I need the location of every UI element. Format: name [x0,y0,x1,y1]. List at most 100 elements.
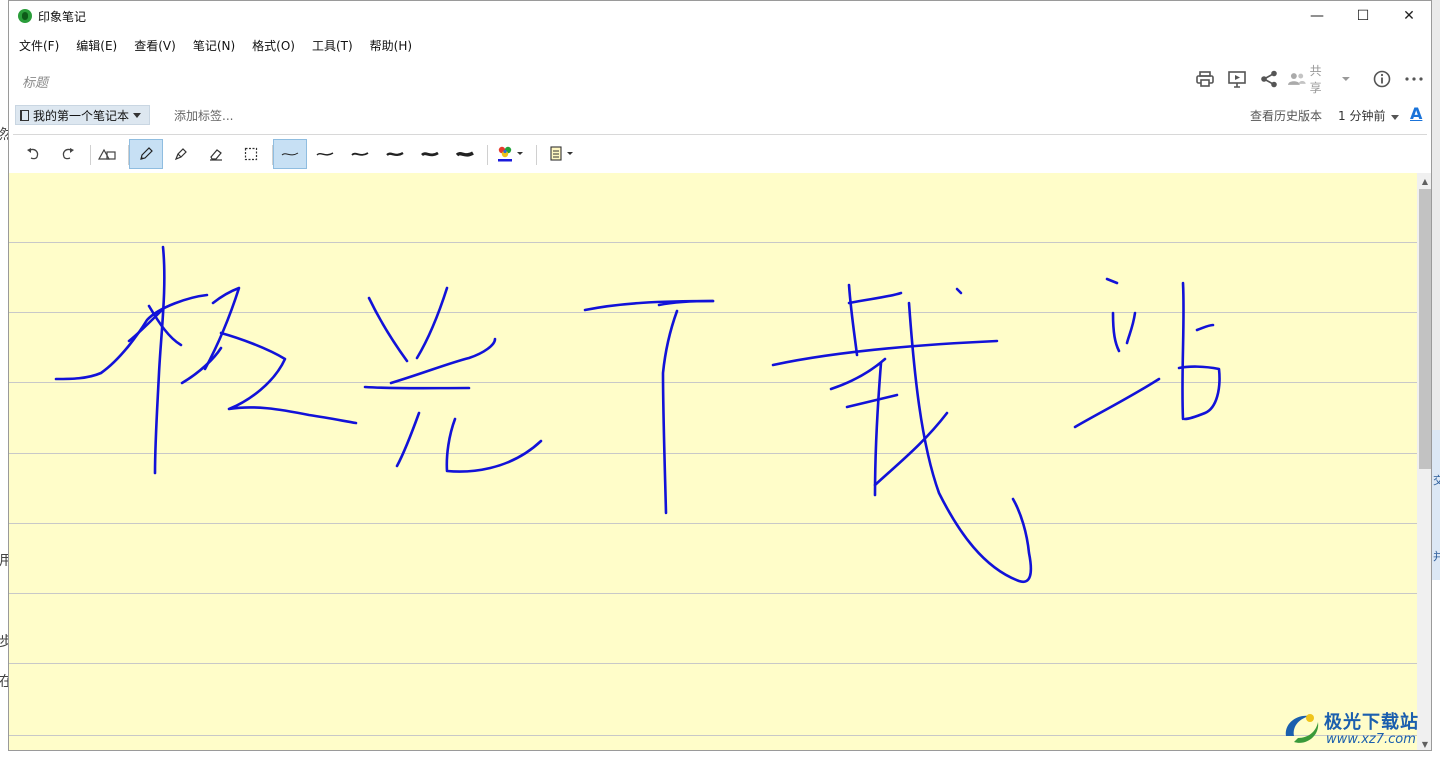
share-icon [1261,70,1277,88]
stroke-width-5-button[interactable] [413,139,447,169]
share-button[interactable]: 共享 [1287,64,1351,95]
more-button[interactable] [1401,67,1427,91]
menu-tools[interactable]: 工具(T) [310,35,362,57]
note-actions: 共享 [1191,64,1431,95]
share-network-button[interactable] [1255,67,1283,91]
ink-stroke [180,346,223,385]
format-text-button[interactable]: A [1410,104,1422,123]
close-icon: ✕ [1403,8,1415,24]
divider [13,134,1427,135]
maximize-button[interactable]: ☐ [1340,1,1386,31]
view-history-link[interactable]: 查看历史版本 [1250,107,1322,124]
scroll-up-button[interactable]: ▲ [1417,174,1431,188]
ink-stroke [1111,311,1121,353]
eraser-icon [210,149,222,161]
close-button[interactable]: ✕ [1386,1,1431,31]
last-edited-dropdown[interactable]: 1 分钟前 [1338,107,1400,124]
stroke-width-icon [421,151,439,157]
people-icon [1287,73,1306,85]
lasso-select-button[interactable] [234,139,268,169]
tag-bar: 我的第一个笔记本 添加标签... 查看历史版本 1 分钟前 A [9,103,1431,127]
ink-stroke [873,361,883,497]
ink-stroke [847,291,903,305]
stroke-width-6-button[interactable] [448,139,482,169]
chevron-down-icon [1391,115,1400,120]
ink-stroke [395,411,421,468]
ink-stroke [661,309,679,515]
vertical-scrollbar[interactable]: ▲ ▼ [1417,173,1431,750]
maximize-icon: ☐ [1356,8,1370,24]
background-right-strip-lower [1432,580,1440,759]
menu-note[interactable]: 笔记(N) [191,35,244,57]
window-title: 印象笔记 [38,10,87,24]
ink-stroke [1177,365,1221,421]
ink-stroke [873,411,949,487]
evernote-window: 印象笔记 — ☐ ✕ 文件(F) 编辑(E) 查看(V) 笔记(N) 格式(O)… [8,0,1432,751]
stroke-width-1-button[interactable] [273,139,307,169]
paper-style-icon [550,146,573,161]
minimize-button[interactable]: — [1294,1,1340,31]
pen-icon [140,147,153,160]
pen-tool-button[interactable] [129,139,163,169]
background-text: 交 [1433,474,1440,487]
background-left-strip: 然 用 步 在 [0,0,13,759]
pen-color-picker[interactable] [491,139,531,169]
note-title-input[interactable]: 标题 [22,72,48,91]
menu-format[interactable]: 格式(O) [250,35,304,57]
ink-stroke [445,417,543,473]
menu-view[interactable]: 查看(V) [132,35,185,57]
highlighter-tool-button[interactable] [164,139,198,169]
background-bottom-strip [0,750,1440,759]
paper-style-picker[interactable] [542,139,582,169]
ink-stroke [1105,277,1119,285]
redo-button[interactable] [51,139,85,169]
shapes-button[interactable] [90,139,124,169]
notebook-selector[interactable]: 我的第一个笔记本 [15,105,151,125]
stroke-width-icon [456,151,474,157]
ink-stroke [147,304,183,347]
chevron-down-icon [133,112,142,118]
ink-toolbar [9,137,1431,171]
ink-stroke [415,286,449,360]
stroke-width-4-button[interactable] [378,139,412,169]
menu-edit[interactable]: 编辑(E) [74,35,126,57]
handwriting-strokes [54,245,1221,584]
color-palette-icon [498,146,523,162]
stroke-width-icon [351,152,369,156]
stroke-width-icon [281,152,299,156]
ink-stroke [829,357,887,391]
print-icon [1196,71,1214,87]
background-text: 并 [1433,550,1440,563]
ink-stroke [127,309,163,343]
ink-stroke [219,331,358,425]
highlighter-icon [174,148,187,161]
menu-help[interactable]: 帮助(H) [368,35,421,57]
minimize-icon: — [1310,8,1324,24]
menu-file[interactable]: 文件(F) [17,35,68,57]
ink-stroke [1181,281,1185,421]
toolbar-separator [487,145,488,165]
ink-stroke [1073,377,1161,429]
stroke-width-3-button[interactable] [343,139,377,169]
stroke-width-2-button[interactable] [308,139,342,169]
ink-stroke [1195,323,1215,332]
evernote-logo-icon [18,9,32,23]
stroke-width-icon [316,152,334,156]
undo-icon [27,148,39,160]
redo-icon [62,148,74,160]
present-button[interactable] [1223,67,1251,91]
share-label: 共享 [1309,64,1322,95]
info-button[interactable] [1369,67,1395,91]
watermark-name: 极光下载站 [1324,712,1419,733]
stroke-width-icon [386,151,404,157]
toolbar-separator [536,145,537,165]
ink-canvas[interactable] [9,173,1417,750]
site-watermark: 极光下载站 www.xz7.com [1280,706,1430,752]
ink-stroke [1125,311,1137,345]
eraser-tool-button[interactable] [199,139,233,169]
scroll-thumb[interactable] [1419,189,1431,469]
ink-stroke [847,283,859,357]
print-button[interactable] [1191,67,1219,91]
add-tags-input[interactable]: 添加标签... [174,107,233,124]
undo-button[interactable] [16,139,50,169]
